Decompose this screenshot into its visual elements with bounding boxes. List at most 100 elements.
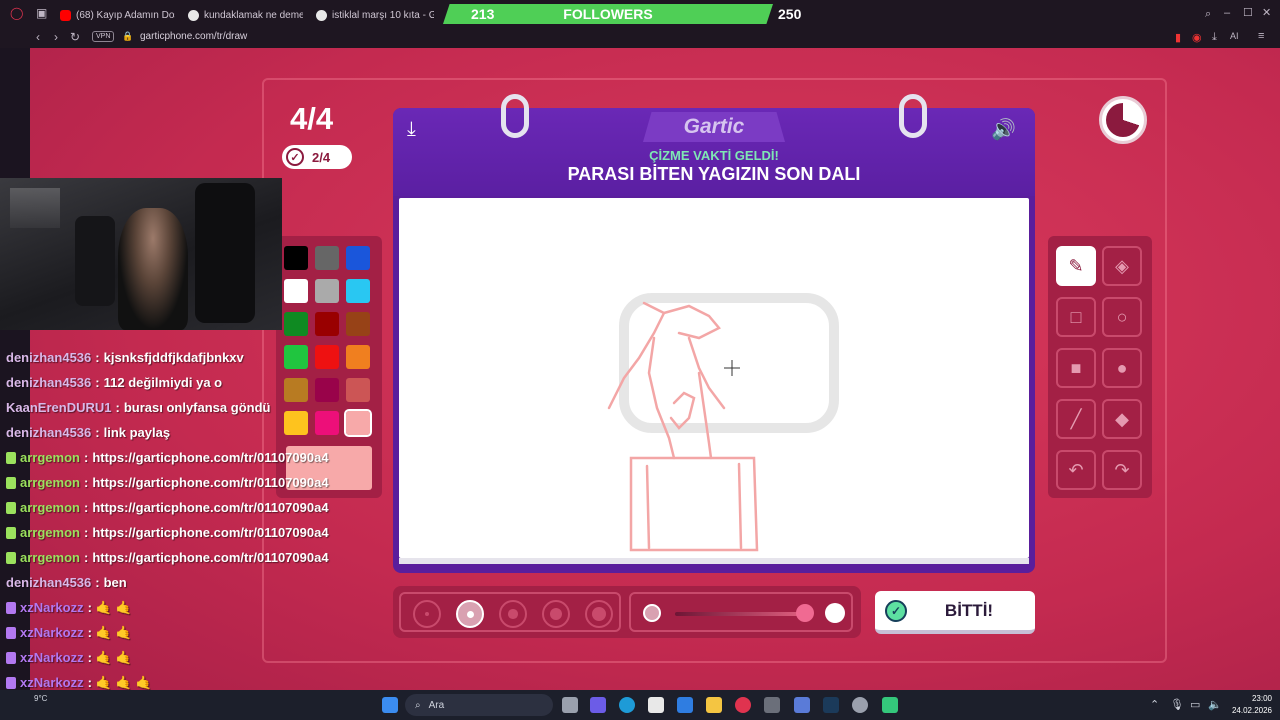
vpn-badge[interactable]: VPN [92,31,115,42]
fill-bucket-tool[interactable]: ◆ [1102,399,1142,439]
opacity-slider[interactable] [629,592,853,632]
ad-block-icon[interactable]: ▮ [1175,31,1181,44]
drawing-canvas[interactable] [399,198,1029,564]
color-swatch[interactable] [346,279,370,303]
brush-size-option[interactable] [413,600,441,628]
chat-text: https://garticphone.com/tr/01107090a4 [92,475,329,490]
mail-icon[interactable] [677,697,693,713]
brush-size-option[interactable] [542,600,570,628]
tab-google-2[interactable]: istiklal marşı 10 kıta - Goo [316,6,434,24]
chat-text: link paylaş [103,425,171,440]
ellipse-outline-tool[interactable]: ○ [1102,297,1142,337]
forward-icon[interactable]: › [54,30,58,44]
app-icon-2[interactable] [794,697,810,713]
color-swatch[interactable] [315,378,339,402]
weather-widget[interactable]: 9°C [34,694,47,703]
chat-separator: : [87,625,92,640]
close-icon[interactable]: ✕ [1262,6,1271,19]
color-swatch[interactable] [344,409,372,437]
settings-icon[interactable] [852,697,868,713]
ai-icon[interactable]: AI [1230,31,1239,41]
color-swatch[interactable] [315,246,339,270]
store-icon[interactable] [648,697,664,713]
chat-username: arrgemon [20,500,80,515]
tool-panel: ✎ ◈ □ ○ ■ ● ╱ ◆ ↶ ↷ [1048,236,1152,498]
opera-logo-icon[interactable]: ◯ [10,6,23,20]
color-swatch[interactable] [315,345,339,369]
m365-icon[interactable] [590,697,606,713]
color-swatch[interactable] [315,312,339,336]
color-swatch[interactable] [315,411,339,435]
line-tool[interactable]: ╱ [1056,399,1096,439]
color-swatch[interactable] [284,378,308,402]
brush-size-option[interactable] [499,600,527,628]
maximize-icon[interactable]: ☐ [1243,6,1253,19]
chat-badge-icon [6,676,16,689]
check-icon: ✓ [885,600,907,622]
tab-google-1[interactable]: kundaklamak ne demek y [188,6,303,24]
done-button[interactable]: ✓ BİTTİ! [875,591,1035,634]
minimize-icon[interactable]: – [1224,7,1230,19]
chat-username: denizhan4536 [6,575,92,590]
chat-message: KaanErenDURU1: burası onlyfansa göndü [6,395,270,420]
volume-icon[interactable]: 🔊 [991,117,1016,142]
app-icon-3[interactable] [882,697,898,713]
pencil-tool[interactable]: ✎ [1056,246,1096,286]
chat-text: https://garticphone.com/tr/01107090a4 [92,525,329,540]
color-swatch[interactable] [346,312,370,336]
players-done-count: 2/4 [312,149,331,165]
check-icon: ✓ [286,148,304,166]
download-icon[interactable]: ⤓ [407,118,416,141]
network-icon[interactable]: ▭ [1190,698,1200,711]
windows-start-icon[interactable] [382,697,398,713]
color-swatch[interactable] [284,345,308,369]
color-swatch[interactable] [284,312,308,336]
color-swatch[interactable] [284,411,308,435]
opacity-high-swatch [825,603,845,623]
address-bar: ‹ › ↻ VPN 🔒 garticphone.com/tr/draw ▮ ◉ … [0,28,1280,48]
brush-size-option[interactable] [585,600,613,628]
rect-filled-tool[interactable]: ■ [1056,348,1096,388]
reload-icon[interactable]: ↻ [70,30,80,44]
task-view-icon[interactable] [562,697,578,713]
color-swatch[interactable] [315,279,339,303]
url-field[interactable]: garticphone.com/tr/draw [140,31,247,42]
color-swatch[interactable] [346,378,370,402]
flag-icon[interactable]: ◉ [1192,31,1202,44]
taskbar-clock[interactable]: 23:00 24.02.2026 [1228,693,1272,717]
tab-youtube[interactable]: (68) Kayıp Adamın Dosyas [60,6,175,24]
volume-icon[interactable]: 🔈 [1208,698,1222,711]
redo-tool[interactable]: ↷ [1102,450,1142,490]
brush-size-option[interactable] [456,600,484,628]
opera-gx-icon[interactable] [735,697,751,713]
chat-message: denizhan4536: kjsnksfjddfjkdafjbnkxv [6,345,244,370]
download-icon[interactable]: ⤓ [1212,31,1217,44]
eraser-tool[interactable]: ◈ [1102,246,1142,286]
steam-icon[interactable] [823,697,839,713]
color-swatch[interactable] [346,246,370,270]
chat-separator: : [83,450,89,465]
rect-outline-tool[interactable]: □ [1056,297,1096,337]
app-icon[interactable] [764,697,780,713]
opacity-knob[interactable] [796,604,814,622]
tab-overview-icon[interactable]: ▣ [36,6,47,20]
undo-tool[interactable]: ↶ [1056,450,1096,490]
microphone-icon[interactable]: 🎙 [1170,698,1184,711]
search-icon[interactable]: ⌕ [1205,8,1211,21]
tray-chevron-icon[interactable]: ⌃ [1150,698,1159,711]
color-swatch[interactable] [346,345,370,369]
chat-separator: : [95,375,100,390]
tab-label: istiklal marşı 10 kıta - Goo [332,9,434,21]
color-swatch[interactable] [284,246,308,270]
taskbar-search[interactable]: ⌕ Ara [405,694,553,716]
chat-username: xzNarkozz [20,625,84,640]
ellipse-filled-tool[interactable]: ● [1102,348,1142,388]
edge-icon[interactable] [619,697,635,713]
opacity-track[interactable] [675,612,805,616]
lock-icon[interactable]: 🔒 [122,31,133,42]
chat-separator: : [83,525,89,540]
back-icon[interactable]: ‹ [36,30,40,44]
color-swatch[interactable] [284,279,308,303]
menu-icon[interactable]: ≡ [1258,30,1264,42]
file-explorer-icon[interactable] [706,697,722,713]
